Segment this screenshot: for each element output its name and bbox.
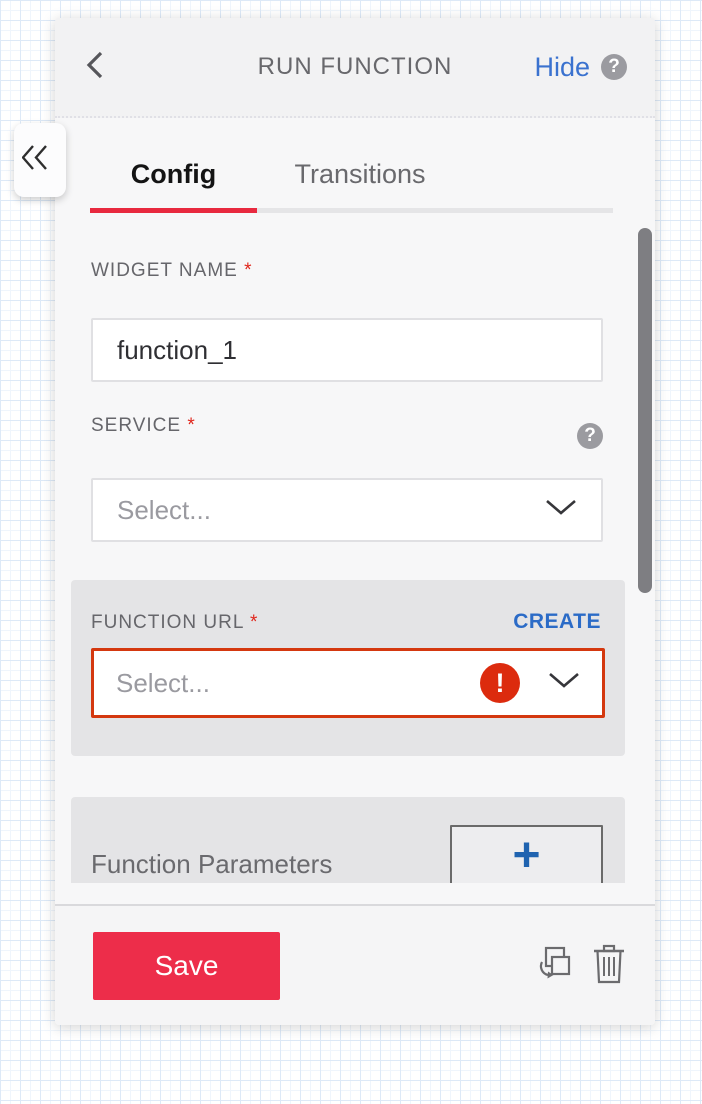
duplicate-button[interactable] xyxy=(533,944,573,987)
function-url-label: FUNCTION URL * xyxy=(91,612,258,634)
service-label-row: SERVICE * ? xyxy=(91,415,603,449)
function-parameters-label: Function Parameters xyxy=(91,849,332,880)
delete-button[interactable] xyxy=(591,944,627,987)
create-link[interactable]: CREATE xyxy=(513,610,601,634)
collapse-panel-button[interactable] xyxy=(14,123,66,197)
widget-name-label: WIDGET NAME * xyxy=(91,260,253,282)
panel-title: RUN FUNCTION xyxy=(258,53,453,81)
tab-transitions[interactable]: Transitions xyxy=(293,159,427,190)
chevron-down-icon xyxy=(545,499,577,521)
service-select-placeholder: Select... xyxy=(117,495,545,526)
required-asterisk: * xyxy=(250,612,258,633)
add-parameter-button[interactable]: + xyxy=(450,825,603,883)
hide-link[interactable]: Hide xyxy=(534,52,590,83)
chevron-left-icon xyxy=(85,50,105,85)
chevron-down-icon xyxy=(548,672,580,694)
footer-gap xyxy=(55,883,655,904)
panel-content: Config Transitions WIDGET NAME * SERVICE… xyxy=(55,118,655,883)
trash-icon xyxy=(591,944,627,987)
panel-footer: Save xyxy=(55,904,655,1025)
run-function-panel: RUN FUNCTION Hide ? Config Transitions W… xyxy=(55,18,655,1025)
duplicate-icon xyxy=(533,944,573,987)
widget-name-input[interactable] xyxy=(91,318,603,382)
help-icon[interactable]: ? xyxy=(601,54,627,80)
required-asterisk: * xyxy=(187,415,195,436)
double-chevron-left-icon xyxy=(22,144,50,176)
service-label: SERVICE * xyxy=(91,415,196,437)
function-url-select-placeholder: Select... xyxy=(116,668,480,699)
tab-underline-track xyxy=(90,208,613,213)
function-parameters-section: Function Parameters + xyxy=(71,797,625,883)
service-help-icon[interactable]: ? xyxy=(577,423,603,449)
required-asterisk: * xyxy=(244,260,252,281)
service-select[interactable]: Select... xyxy=(91,478,603,542)
save-button[interactable]: Save xyxy=(93,932,280,1000)
function-url-select[interactable]: Select... ! xyxy=(91,648,605,718)
scrollbar-thumb[interactable] xyxy=(638,228,652,593)
tab-active-underline xyxy=(90,208,257,213)
tab-bar: Config Transitions xyxy=(90,148,613,213)
function-url-section: FUNCTION URL * CREATE Select... ! xyxy=(71,580,625,756)
back-button[interactable] xyxy=(85,51,111,83)
tab-config[interactable]: Config xyxy=(90,159,257,190)
error-exclamation-icon: ! xyxy=(480,663,520,703)
panel-header: RUN FUNCTION Hide ? xyxy=(55,18,655,118)
